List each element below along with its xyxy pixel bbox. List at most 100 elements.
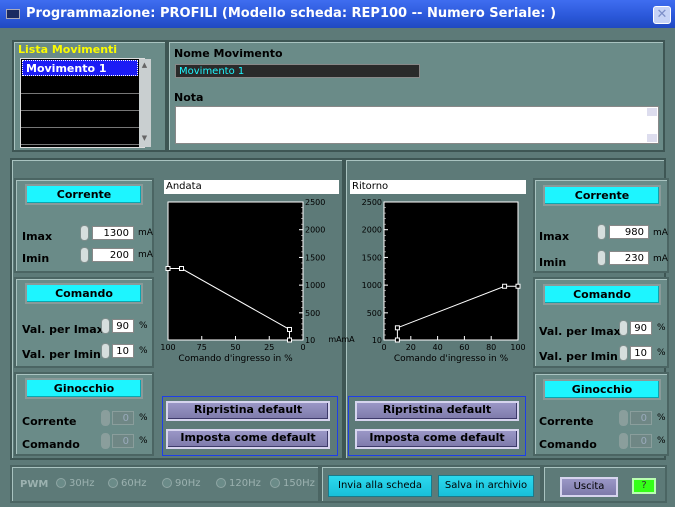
lista-movimenti-label: Lista Movimenti bbox=[18, 43, 118, 56]
right-imin-unit: mA bbox=[653, 254, 668, 264]
right-imax-input[interactable]: 980 bbox=[609, 225, 649, 239]
movimenti-list[interactable]: Movimento 1 ▲ ▼ bbox=[20, 58, 151, 148]
x-tick-label: 60 bbox=[459, 343, 469, 352]
right-vmin-label: Val. per Imin bbox=[539, 350, 618, 363]
left-imax-label: Imax bbox=[22, 230, 53, 243]
nome-movimento-input[interactable]: Movimento 1 bbox=[175, 64, 420, 78]
left-imin-stepper[interactable] bbox=[80, 247, 89, 263]
x-tick-label: 75 bbox=[197, 343, 207, 352]
nota-textarea[interactable] bbox=[175, 106, 659, 144]
salva-button[interactable]: Salva in archivio bbox=[438, 475, 534, 497]
left-ginocchio-comando-input[interactable]: 0 bbox=[112, 434, 134, 448]
pwm-option-150[interactable]: 150Hz bbox=[270, 478, 315, 489]
right-ginocchio-corrente-input[interactable]: 0 bbox=[630, 411, 652, 425]
right-comando-section: Comando Val. per Imax 90 % Val. per Imin… bbox=[533, 277, 669, 368]
right-ginocchio-corrente-stepper[interactable] bbox=[619, 410, 628, 426]
x-tick-label: 100 bbox=[510, 343, 525, 352]
left-ginocchio-corrente-input[interactable]: 0 bbox=[112, 411, 134, 425]
right-imposta-button[interactable]: Imposta come default bbox=[355, 429, 519, 449]
x-tick-label: 0 bbox=[381, 343, 386, 352]
right-ripristina-button[interactable]: Ripristina default bbox=[355, 401, 519, 421]
left-ginocchio-header: Ginocchio bbox=[25, 378, 143, 399]
right-imin-stepper[interactable] bbox=[597, 250, 606, 266]
left-ginocchio-comando-unit: % bbox=[139, 436, 148, 446]
right-ginocchio-comando-input[interactable]: 0 bbox=[630, 434, 652, 448]
right-vmax-stepper[interactable] bbox=[619, 320, 628, 336]
data-point bbox=[394, 325, 400, 331]
radio-icon bbox=[56, 478, 66, 488]
right-ginocchio-corrente-label: Corrente bbox=[539, 415, 594, 428]
x-axis-label: Comando d'ingresso in % bbox=[394, 354, 509, 364]
nota-scroll-up-icon[interactable] bbox=[647, 108, 657, 116]
left-ginocchio-corrente-label: Corrente bbox=[22, 415, 77, 428]
y-tick-label: 500 bbox=[367, 309, 382, 318]
radio-icon bbox=[270, 478, 280, 488]
right-imin-input[interactable]: 230 bbox=[609, 251, 649, 265]
data-point bbox=[165, 266, 171, 272]
ritorno-chart: 2500200015001000500100 20 40 60 80 100Comando… bbox=[341, 198, 525, 364]
left-imposta-button[interactable]: Imposta come default bbox=[166, 429, 330, 449]
pwm-option-90[interactable]: 90Hz bbox=[162, 478, 201, 489]
help-button[interactable]: ? bbox=[632, 478, 656, 494]
left-vmin-stepper[interactable] bbox=[101, 343, 110, 359]
nota-scroll-down-icon[interactable] bbox=[647, 134, 657, 142]
left-imin-label: Imin bbox=[22, 252, 50, 265]
right-vmin-stepper[interactable] bbox=[619, 345, 628, 361]
right-vmin-input[interactable]: 10 bbox=[630, 346, 652, 360]
right-comando-header: Comando bbox=[543, 284, 661, 305]
right-vmax-input[interactable]: 90 bbox=[630, 321, 652, 335]
left-imax-stepper[interactable] bbox=[80, 225, 89, 241]
data-point bbox=[287, 337, 292, 343]
x-tick-label: 100 bbox=[160, 343, 175, 352]
right-vmax-unit: % bbox=[657, 323, 666, 333]
pwm-panel: PWM 30Hz 60Hz 90Hz 120Hz 150Hz bbox=[10, 465, 320, 503]
pwm-option-120[interactable]: 120Hz bbox=[216, 478, 261, 489]
data-point bbox=[502, 283, 508, 289]
list-scrollbar[interactable]: ▲ ▼ bbox=[139, 59, 151, 147]
x-tick-label: 0 bbox=[300, 343, 305, 352]
app-icon bbox=[6, 9, 20, 19]
left-ginocchio-corrente-stepper[interactable] bbox=[101, 410, 110, 426]
lista-movimenti-panel: Lista Movimenti Movimento 1 ▲ ▼ bbox=[12, 40, 167, 152]
left-vmax-input[interactable]: 90 bbox=[112, 319, 134, 333]
right-ginocchio-header: Ginocchio bbox=[543, 379, 661, 400]
left-imax-input[interactable]: 1300 bbox=[92, 226, 134, 240]
x-tick-label: 20 bbox=[406, 343, 416, 352]
left-ginocchio-comando-stepper[interactable] bbox=[101, 433, 110, 449]
x-axis-label: Comando d'ingresso in % bbox=[178, 354, 293, 364]
left-vmax-label: Val. per Imax bbox=[22, 323, 104, 336]
left-vmax-stepper[interactable] bbox=[101, 318, 110, 334]
right-ginocchio-section: Ginocchio Corrente 0 % Comando 0 % bbox=[533, 372, 669, 456]
x-tick-label: 25 bbox=[264, 343, 274, 352]
left-ripristina-button[interactable]: Ripristina default bbox=[166, 401, 330, 421]
list-item[interactable]: Movimento 1 bbox=[22, 60, 138, 76]
data-point bbox=[179, 266, 184, 272]
right-imax-stepper[interactable] bbox=[597, 224, 606, 240]
y-tick-label: 1500 bbox=[305, 253, 325, 262]
left-comando-header: Comando bbox=[25, 283, 143, 304]
plot-area bbox=[167, 201, 304, 341]
pwm-option-30[interactable]: 30Hz bbox=[56, 478, 95, 489]
right-corrente-header: Corrente bbox=[543, 185, 661, 206]
scroll-down-icon[interactable]: ▼ bbox=[140, 134, 149, 144]
pwm-label: PWM bbox=[20, 479, 49, 490]
invia-button[interactable]: Invia alla scheda bbox=[328, 475, 432, 497]
pwm-option-60[interactable]: 60Hz bbox=[108, 478, 147, 489]
uscita-button[interactable]: Uscita bbox=[560, 477, 618, 497]
radio-icon bbox=[216, 478, 226, 488]
scroll-up-icon[interactable]: ▲ bbox=[140, 61, 149, 71]
left-imin-input[interactable]: 200 bbox=[92, 248, 134, 262]
left-ginocchio-section: Ginocchio Corrente 0 % Comando 0 % bbox=[14, 372, 154, 456]
ritorno-title: Ritorno bbox=[350, 180, 526, 194]
y-tick-label: 2500 bbox=[362, 198, 382, 207]
data-point bbox=[515, 283, 521, 289]
andata-chart: 2500 2000 1500 1000 500 10 100 75 50 25 0 Comando d… bbox=[160, 198, 342, 364]
left-ginocchio-corrente-unit: % bbox=[139, 413, 148, 423]
nome-movimento-label: Nome Movimento bbox=[174, 47, 283, 60]
left-vmin-label: Val. per Imin bbox=[22, 348, 101, 361]
close-button[interactable]: ✕ bbox=[653, 6, 671, 24]
left-vmin-input[interactable]: 10 bbox=[112, 344, 134, 358]
right-ginocchio-comando-label: Comando bbox=[539, 438, 597, 451]
right-ginocchio-comando-stepper[interactable] bbox=[619, 433, 628, 449]
left-corrente-header: Corrente bbox=[25, 184, 143, 205]
